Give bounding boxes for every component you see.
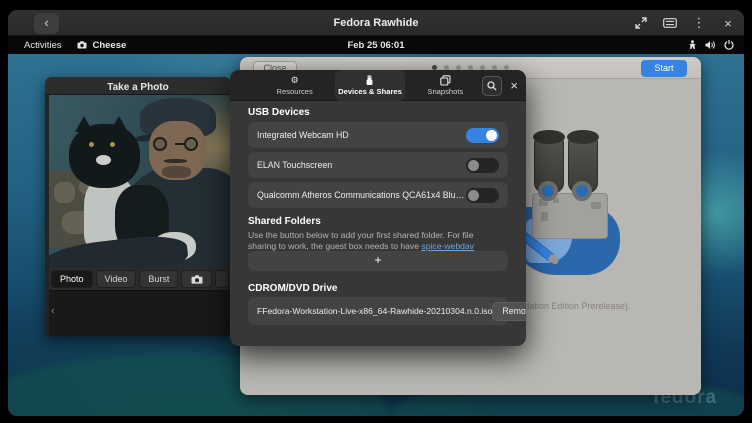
close-icon: × bbox=[724, 16, 732, 31]
boxes-vm-window: ‹ Fedora Rawhide ⋮ × bbox=[8, 10, 744, 416]
system-status-area[interactable] bbox=[688, 40, 734, 50]
tab-resources[interactable]: ⚙ Resources bbox=[260, 70, 329, 101]
usb-device-row: Integrated Webcam HD bbox=[248, 122, 508, 148]
dialog-header: ⚙ Resources Devices & Shares bbox=[230, 70, 526, 101]
layers-icon bbox=[440, 75, 451, 86]
keyboard-button[interactable] bbox=[662, 15, 678, 31]
iso-filename: FFedora-Workstation-Live-x86_64-Rawhide-… bbox=[257, 306, 492, 316]
tour-caption: tation Edition Prerelease). bbox=[527, 301, 631, 311]
tab-burst[interactable]: Burst bbox=[139, 270, 178, 288]
volume-icon bbox=[705, 40, 716, 50]
effects-button[interactable] bbox=[215, 270, 229, 288]
window-close-button[interactable]: × bbox=[720, 15, 736, 31]
cheese-window: Take a Photo bbox=[45, 77, 231, 336]
fullscreen-button[interactable] bbox=[633, 15, 649, 31]
usb-devices-title: USB Devices bbox=[248, 107, 508, 118]
cdrom-title: CDROM/DVD Drive bbox=[248, 283, 508, 294]
back-icon: ‹ bbox=[44, 15, 48, 30]
tour-start-button[interactable]: Start bbox=[641, 60, 687, 77]
add-shared-folder-button[interactable]: + bbox=[248, 251, 508, 271]
webcam-preview bbox=[49, 95, 231, 268]
take-photo-button[interactable] bbox=[181, 270, 212, 288]
power-icon bbox=[724, 40, 734, 50]
gallery-prev-icon[interactable]: ‹ bbox=[51, 305, 55, 317]
tab-photo[interactable]: Photo bbox=[51, 270, 93, 288]
toggle-elan-touchscreen[interactable] bbox=[466, 158, 499, 173]
tab-video[interactable]: Video bbox=[96, 270, 137, 288]
binoculars-right-lens bbox=[572, 181, 592, 201]
spice-webdav-link[interactable]: spice-webdav bbox=[421, 241, 474, 251]
fullscreen-icon bbox=[635, 17, 647, 29]
camera-shutter-icon bbox=[191, 275, 203, 284]
cheese-title: Take a Photo bbox=[107, 82, 169, 93]
guest-display: fedora Close Start bbox=[8, 54, 744, 416]
cheese-titlebar: Take a Photo bbox=[45, 77, 231, 95]
photo-gallery-strip: ‹ bbox=[49, 290, 231, 336]
usb-icon bbox=[365, 75, 374, 86]
menu-button[interactable]: ⋮ bbox=[691, 15, 707, 31]
binoculars-left-lens bbox=[538, 181, 558, 201]
gear-icon: ⚙ bbox=[291, 75, 299, 86]
search-icon bbox=[487, 81, 497, 91]
remove-iso-button[interactable]: Remove bbox=[492, 302, 526, 321]
back-button[interactable]: ‹ bbox=[34, 13, 59, 34]
keyboard-icon bbox=[663, 18, 677, 28]
usb-device-row: ELAN Touchscreen bbox=[248, 152, 508, 178]
clock[interactable]: Feb 25 06:01 bbox=[8, 40, 744, 51]
toggle-bluetooth[interactable] bbox=[466, 188, 499, 203]
kebab-menu-icon: ⋮ bbox=[693, 15, 706, 31]
window-titlebar: ‹ Fedora Rawhide ⋮ × bbox=[8, 10, 744, 36]
search-button[interactable] bbox=[482, 76, 502, 96]
cdrom-row: FFedora-Workstation-Live-x86_64-Rawhide-… bbox=[248, 297, 508, 325]
guest-top-bar: Activities Cheese Feb 25 06:01 bbox=[8, 36, 744, 54]
toggle-integrated-webcam[interactable] bbox=[466, 128, 499, 143]
tab-snapshots[interactable]: Snapshots bbox=[411, 70, 480, 101]
usb-device-row: Qualcomm Atheros Communications QCA61x4 … bbox=[248, 182, 508, 208]
box-properties-dialog: ⚙ Resources Devices & Shares bbox=[230, 70, 526, 346]
accessibility-icon bbox=[688, 40, 697, 50]
dialog-close-button[interactable]: × bbox=[510, 79, 518, 92]
tab-devices-shares[interactable]: Devices & Shares bbox=[335, 70, 404, 101]
cheese-controls: Photo Video Burst bbox=[49, 268, 231, 290]
shared-folders-title: Shared Folders bbox=[248, 216, 508, 227]
webcam-tint bbox=[49, 95, 231, 268]
